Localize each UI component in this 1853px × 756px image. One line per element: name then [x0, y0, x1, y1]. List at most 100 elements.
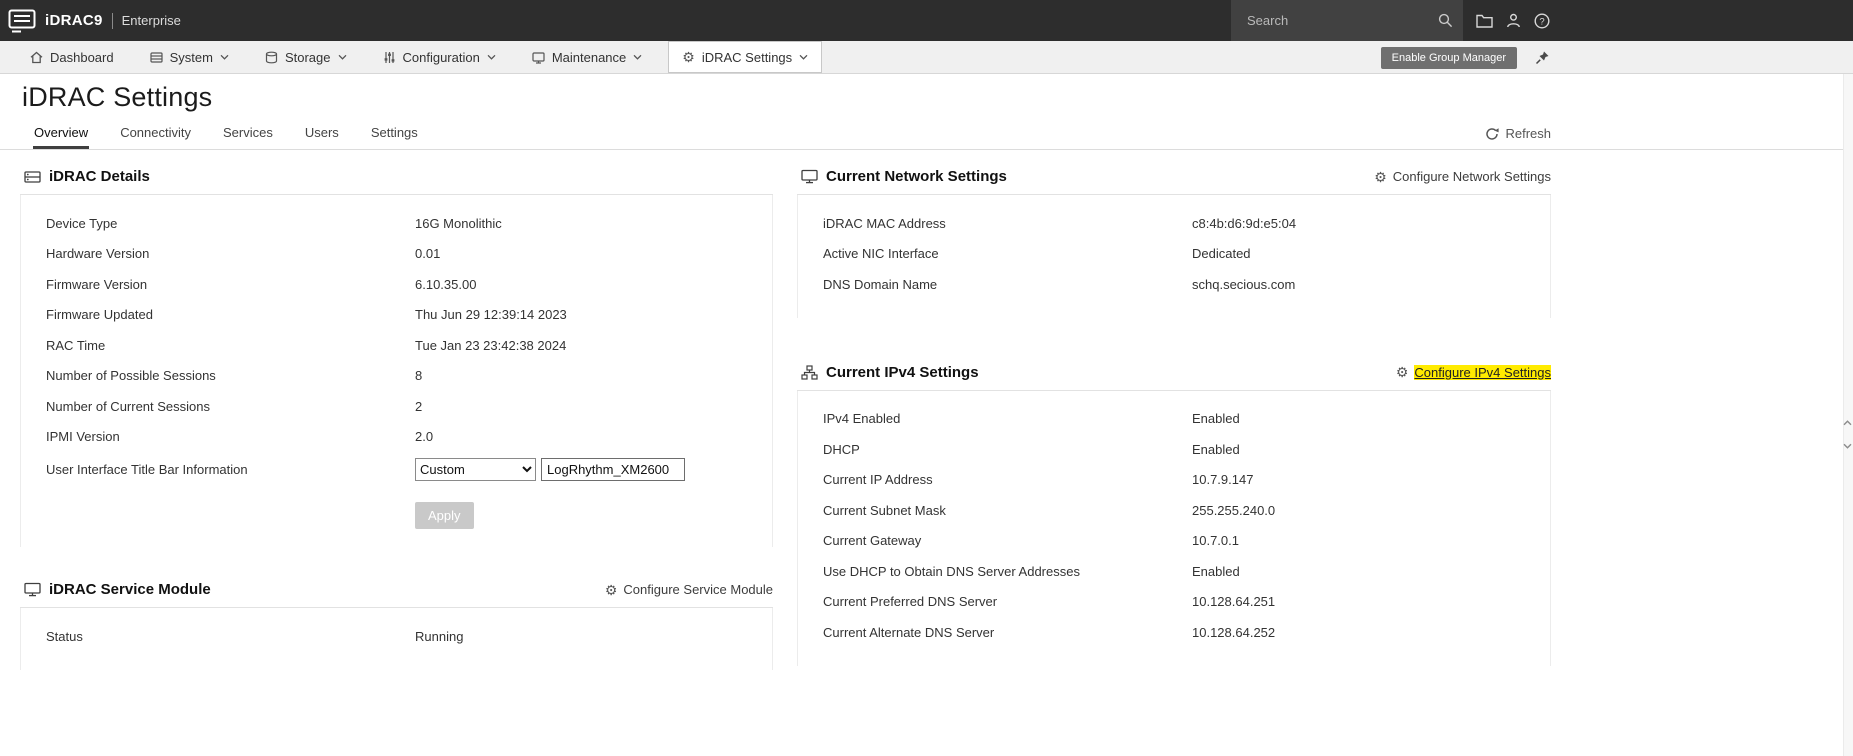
apply-button[interactable]: Apply [415, 502, 474, 529]
table-row: iDRAC MAC Address c8:4b:d6:9d:e5:04 [798, 208, 1550, 239]
scroll-controls [1843, 420, 1852, 449]
nav-label: iDRAC Settings [701, 49, 793, 65]
refresh-button[interactable]: Refresh [1485, 126, 1551, 141]
table-row: Current IP Address 10.7.9.147 [798, 465, 1550, 496]
home-icon [30, 51, 43, 64]
section-title: iDRAC Details [49, 168, 150, 185]
table-row: Active NIC Interface Dedicated [798, 239, 1550, 270]
row-value: 10.128.64.252 [1192, 624, 1276, 640]
main-content: iDRAC Settings Overview Connectivity Ser… [0, 74, 1853, 756]
configure-ipv4-settings-link[interactable]: ⚙ Configure IPv4 Settings [1396, 364, 1551, 380]
page-title: iDRAC Settings [22, 82, 213, 112]
svg-text:?: ? [1539, 16, 1544, 27]
row-value: Dedicated [1192, 246, 1251, 262]
nav-system[interactable]: System [150, 41, 229, 73]
nav-maintenance[interactable]: Maintenance [532, 41, 642, 73]
monitor-icon [801, 169, 818, 184]
row-label: IPMI Version [46, 429, 120, 445]
search-input[interactable] [1247, 13, 1438, 28]
nav-label: Configuration [402, 49, 480, 65]
row-label: Current Alternate DNS Server [823, 624, 995, 640]
folder-icon[interactable] [1476, 14, 1493, 28]
table-row: Number of Possible Sessions 8 [21, 361, 772, 392]
help-icon[interactable]: ? [1534, 12, 1550, 29]
table-row: Number of Current Sessions 2 [21, 391, 772, 422]
gear-icon: ⚙ [604, 581, 618, 598]
nav-label: Storage [284, 49, 331, 65]
chevron-down-icon [487, 54, 496, 60]
row-label: Current IP Address [823, 472, 933, 488]
ipv4-settings-table: IPv4 Enabled Enabled DHCP Enabled Curren… [797, 390, 1551, 666]
row-label: Use DHCP to Obtain DNS Server Addresses [823, 563, 1080, 579]
table-row: Use DHCP to Obtain DNS Server Addresses … [798, 556, 1550, 587]
nav-idrac-settings[interactable]: ⚙ iDRAC Settings [668, 41, 823, 73]
row-value: 255.255.240.0 [1192, 502, 1276, 518]
nav-dashboard[interactable]: Dashboard [30, 41, 114, 73]
scroll-down-icon[interactable] [1843, 443, 1852, 449]
search-icon[interactable] [1438, 13, 1453, 28]
idrac-details-section: iDRAC Details Device Type 16G Monolithic… [20, 162, 773, 547]
server-chassis-icon [24, 169, 41, 184]
toolbox-icon [532, 51, 545, 64]
user-icon[interactable] [1506, 13, 1521, 28]
section-header: Current IPv4 Settings ⚙ Configure IPv4 S… [797, 358, 1551, 391]
section-title: Current IPv4 Settings [826, 363, 979, 381]
tab-overview[interactable]: Overview [33, 125, 90, 149]
chevron-down-icon [338, 54, 347, 60]
table-row: RAC Time Tue Jan 23 23:42:38 2024 [21, 330, 772, 361]
tab-users[interactable]: Users [304, 125, 340, 149]
configure-service-module-link[interactable]: ⚙ Configure Service Module [605, 582, 773, 597]
tab-services[interactable]: Services [222, 125, 274, 149]
top-bar: iDRAC9 Enterprise Search ? [0, 0, 1853, 41]
monitor-icon [24, 582, 41, 597]
nav-right: Enable Group Manager [1380, 41, 1550, 74]
row-value: 16G Monolithic [415, 215, 502, 231]
table-row: IPMI Version 2.0 [21, 422, 772, 453]
brand-divider [111, 12, 113, 29]
title-bar-text-input[interactable] [541, 457, 685, 481]
refresh-icon [1485, 127, 1500, 141]
service-module-table: Status Running [20, 608, 773, 670]
left-column: iDRAC Details Device Type 16G Monolithic… [20, 162, 773, 670]
row-value: 10.128.64.251 [1192, 594, 1276, 610]
pin-icon[interactable] [1535, 50, 1550, 65]
gear-icon: ⚙ [682, 49, 695, 65]
content-columns: iDRAC Details Device Type 16G Monolithic… [0, 150, 1853, 670]
row-value: 2 [415, 398, 423, 414]
table-row: Status Running [21, 621, 772, 652]
section-title: iDRAC Service Module [49, 581, 211, 598]
configure-network-settings-link[interactable]: ⚙ Configure Network Settings [1374, 169, 1551, 184]
row-label: Active NIC Interface [823, 246, 939, 262]
tab-connectivity[interactable]: Connectivity [119, 125, 192, 149]
idrac-details-table: Device Type 16G Monolithic Hardware Vers… [20, 195, 773, 547]
brand-area: iDRAC9 Enterprise [0, 9, 181, 33]
nav-configuration[interactable]: Configuration [383, 41, 496, 73]
sliders-icon [383, 51, 396, 64]
nav-label: Maintenance [551, 49, 627, 65]
topbar-right: ? [1231, 0, 1550, 41]
service-module-section: iDRAC Service Module ⚙ Configure Service… [20, 575, 773, 670]
action-label-highlighted: Configure IPv4 Settings [1414, 364, 1551, 380]
network-topology-icon [801, 364, 818, 380]
row-label: Firmware Version [46, 276, 148, 292]
nav-storage[interactable]: Storage [265, 41, 347, 73]
row-label: IPv4 Enabled [823, 411, 901, 427]
row-label: Hardware Version [46, 246, 150, 262]
gear-icon: ⚙ [1374, 168, 1387, 185]
idrac-logo-icon [8, 9, 36, 33]
title-bar-mode-select[interactable]: Custom [415, 457, 536, 481]
storage-icon [265, 51, 278, 64]
scroll-up-icon[interactable] [1843, 420, 1852, 426]
action-label: Configure Network Settings [1392, 169, 1551, 184]
row-value: 10.7.0.1 [1192, 533, 1239, 549]
section-header: iDRAC Service Module ⚙ Configure Service… [20, 575, 773, 608]
scrollbar-track[interactable] [1843, 74, 1853, 756]
table-row: Hardware Version 0.01 [21, 239, 772, 270]
row-label: Device Type [46, 215, 118, 231]
enable-group-manager-button[interactable]: Enable Group Manager [1380, 46, 1517, 69]
refresh-label: Refresh [1505, 126, 1551, 141]
search-box[interactable] [1231, 0, 1463, 41]
row-value: Enabled [1192, 563, 1240, 579]
tab-settings[interactable]: Settings [370, 125, 419, 149]
table-row: Current Subnet Mask 255.255.240.0 [798, 495, 1550, 526]
